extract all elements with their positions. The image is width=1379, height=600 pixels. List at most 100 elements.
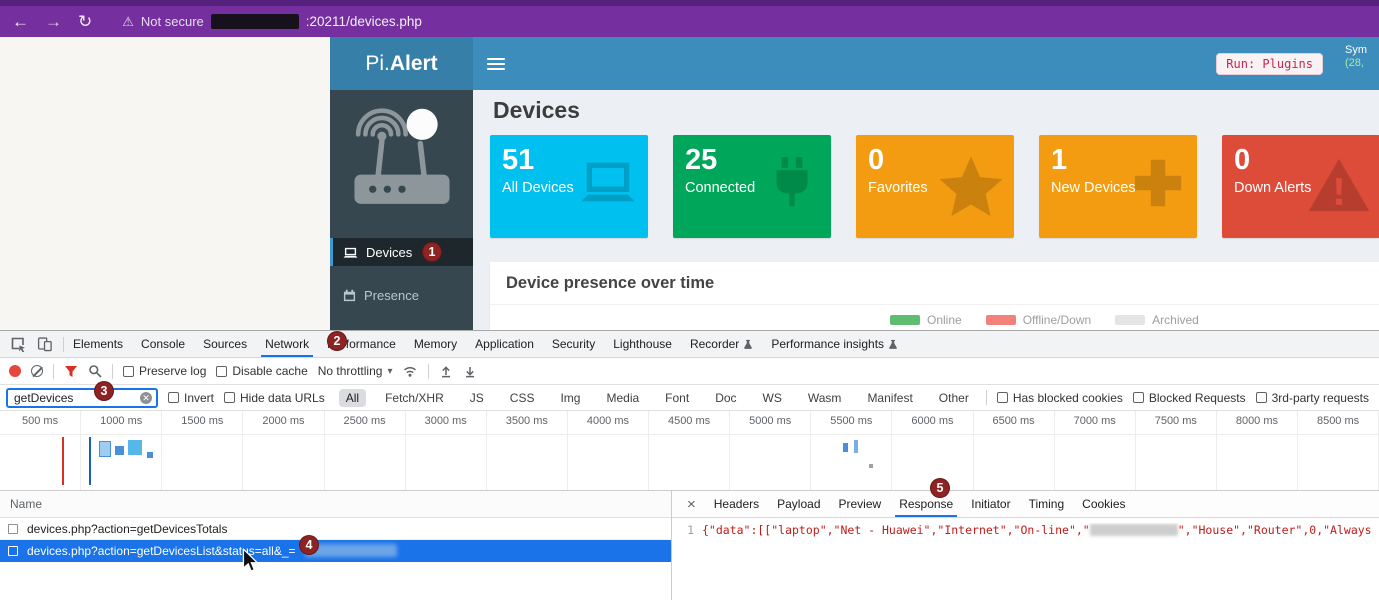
tab-timing[interactable]: Timing <box>1020 491 1074 517</box>
filter-pill-wasm[interactable]: Wasm <box>801 389 849 407</box>
main-content: Devices 51 All Devices 25 Connected <box>473 90 1379 330</box>
reload-icon[interactable]: ↻ <box>78 13 92 30</box>
step-4-badge: 4 <box>299 535 319 555</box>
redacted-host <box>211 14 299 29</box>
calendar-icon <box>343 289 356 302</box>
disable-cache-checkbox[interactable]: Disable cache <box>216 364 307 378</box>
tab-elements[interactable]: Elements <box>64 331 132 357</box>
tab-sources[interactable]: Sources <box>194 331 256 357</box>
filter-text-field[interactable] <box>12 390 136 406</box>
filter-pill-fetchxhr[interactable]: Fetch/XHR <box>378 389 451 407</box>
request-row-getdevicestotals[interactable]: devices.php?action=getDevicesTotals <box>0 518 671 540</box>
timeline-tick: 6500 ms <box>974 411 1055 490</box>
line-number: 1 <box>672 523 702 600</box>
import-har-icon[interactable] <box>439 364 453 378</box>
export-har-icon[interactable] <box>463 364 477 378</box>
filter-icon[interactable] <box>64 365 78 378</box>
filter-pill-doc[interactable]: Doc <box>708 389 743 407</box>
hamburger-icon[interactable] <box>487 58 505 70</box>
back-icon[interactable]: ← <box>12 13 29 30</box>
close-icon[interactable]: × <box>678 496 705 513</box>
tab-response[interactable]: Response <box>890 491 962 517</box>
clear-filter-icon[interactable]: ✕ <box>140 392 152 404</box>
tab-network[interactable]: Network <box>256 331 318 357</box>
forward-icon[interactable]: → <box>45 13 62 30</box>
clear-icon[interactable] <box>31 365 43 377</box>
address-bar[interactable]: ⚠ Not secure :20211/devices.php <box>122 14 422 30</box>
search-icon[interactable] <box>88 364 102 378</box>
response-json-line: {"data":[["laptop","Net - Huawei","Inter… <box>702 523 1379 600</box>
filter-pill-other[interactable]: Other <box>932 389 976 407</box>
request-bar <box>147 452 153 458</box>
tab-payload[interactable]: Payload <box>768 491 829 517</box>
hide-data-urls-checkbox[interactable]: Hide data URLs <box>224 391 325 405</box>
step-2-badge: 2 <box>327 331 347 351</box>
step-1-badge: 1 <box>422 242 442 262</box>
request-row-getdeviceslist[interactable]: devices.php?action=getDevicesList&status… <box>0 540 671 562</box>
pialert-app: Pi.Alert Run: Plugins Sym (28, <box>330 37 1379 330</box>
requests-name-column-header[interactable]: Name <box>0 491 671 518</box>
tab-security[interactable]: Security <box>543 331 604 357</box>
experiment-flask-icon <box>743 339 753 350</box>
filter-pill-ws[interactable]: WS <box>756 389 789 407</box>
devtools-tabbar: Elements Console Sources Network Perform… <box>0 331 1379 358</box>
filter-pill-css[interactable]: CSS <box>503 389 542 407</box>
tab-lighthouse[interactable]: Lighthouse <box>604 331 681 357</box>
sidebar-item-devices[interactable]: Devices <box>330 238 473 266</box>
request-bar <box>854 440 858 453</box>
preserve-log-checkbox[interactable]: Preserve log <box>123 364 206 378</box>
timeline-tick: 500 ms <box>0 411 81 490</box>
chart-legend: Online Offline/Down Archived <box>890 313 1379 327</box>
laptop-icon <box>343 246 358 259</box>
filter-pill-img[interactable]: Img <box>553 389 587 407</box>
record-icon[interactable] <box>9 365 21 377</box>
request-bar <box>869 464 873 468</box>
inspect-icon[interactable] <box>10 336 26 352</box>
blocked-requests-checkbox[interactable]: Blocked Requests <box>1133 391 1246 405</box>
legend-archived: Archived <box>1115 313 1199 327</box>
page-background: Pi.Alert Run: Plugins Sym (28, <box>0 37 1379 330</box>
legend-online: Online <box>890 313 962 327</box>
tab-memory[interactable]: Memory <box>405 331 466 357</box>
timeline-tick: 4500 ms <box>649 411 730 490</box>
dcl-event-line <box>89 437 91 485</box>
tab-headers[interactable]: Headers <box>705 491 768 517</box>
filter-pill-js[interactable]: JS <box>463 389 491 407</box>
stat-card-down-alerts[interactable]: 0 Down Alerts <box>1222 135 1379 238</box>
timeline-tick: 3000 ms <box>406 411 487 490</box>
sidebar-item-presence[interactable]: Presence <box>330 281 473 309</box>
stat-card-new-devices[interactable]: 1 New Devices <box>1039 135 1197 238</box>
filter-pill-font[interactable]: Font <box>658 389 696 407</box>
timeline-tick: 2500 ms <box>325 411 406 490</box>
network-conditions-icon[interactable] <box>402 364 418 378</box>
third-party-requests-checkbox[interactable]: 3rd-party requests <box>1256 391 1369 405</box>
tab-console[interactable]: Console <box>132 331 194 357</box>
timeline-tick: 4000 ms <box>568 411 649 490</box>
stat-card-favorites[interactable]: 0 Favorites <box>856 135 1014 238</box>
app-logo: Pi.Alert <box>330 37 473 90</box>
tab-recorder[interactable]: Recorder <box>681 331 762 357</box>
run-plugins-button[interactable]: Run: Plugins <box>1216 53 1323 75</box>
filter-pill-all[interactable]: All <box>339 389 366 407</box>
request-bar <box>115 446 124 455</box>
tab-preview[interactable]: Preview <box>830 491 891 517</box>
filter-input[interactable]: ✕ <box>6 388 158 408</box>
network-overview-timeline[interactable]: 500 ms 1000 ms 1500 ms 2000 ms 2500 ms 3… <box>0 411 1379 491</box>
device-toolbar-icon[interactable] <box>37 336 53 352</box>
invert-checkbox[interactable]: Invert <box>168 391 214 405</box>
tab-cookies[interactable]: Cookies <box>1073 491 1134 517</box>
tab-performance-insights[interactable]: Performance insights <box>762 331 907 357</box>
filter-pill-media[interactable]: Media <box>599 389 646 407</box>
filter-pill-manifest[interactable]: Manifest <box>860 389 919 407</box>
warning-icon <box>1306 152 1372 218</box>
response-content: 1 {"data":[["laptop","Net - Huawei","Int… <box>672 518 1379 600</box>
tab-initiator[interactable]: Initiator <box>962 491 1019 517</box>
browser-toolbar: ← → ↻ ⚠ Not secure :20211/devices.php <box>0 0 1379 37</box>
presence-panel: Device presence over time Online Offline… <box>490 262 1379 330</box>
tab-application[interactable]: Application <box>466 331 543 357</box>
stat-card-connected[interactable]: 25 Connected <box>673 135 831 238</box>
throttling-select[interactable]: No throttling▾ <box>318 364 393 378</box>
stat-card-all-devices[interactable]: 51 All Devices <box>490 135 648 238</box>
load-event-line <box>62 437 64 485</box>
has-blocked-cookies-checkbox[interactable]: Has blocked cookies <box>997 391 1123 405</box>
